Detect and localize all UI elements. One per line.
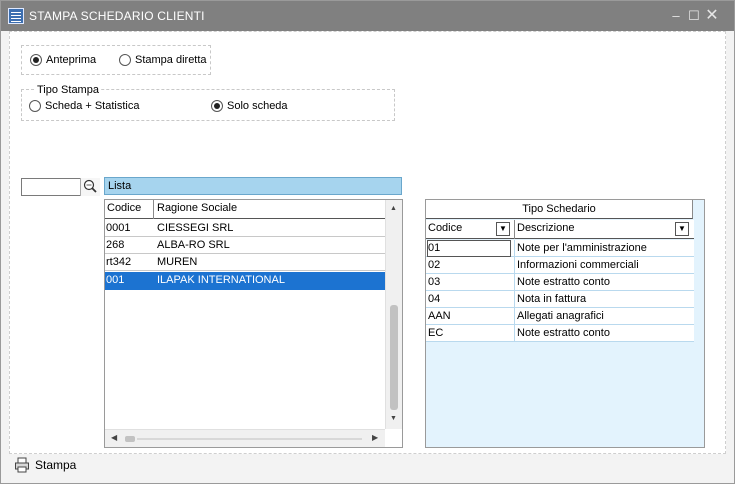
search-button[interactable] — [80, 178, 100, 196]
stampa-label: Stampa — [35, 458, 77, 472]
app-window: STAMPA SCHEDARIO CLIENTI – ☐ ✕ Anteprima… — [0, 0, 735, 484]
table-row[interactable]: 03 Note estratto conto — [426, 274, 694, 291]
cell-codice: 02 — [428, 259, 441, 271]
radio-solo-scheda-dot[interactable] — [211, 100, 223, 112]
cell-descrizione: Allegati anagrafici — [517, 310, 604, 322]
cell-codice: 268 — [106, 239, 125, 251]
column-header-descrizione[interactable]: Descrizione — [517, 220, 672, 237]
cell-codice: AAN — [428, 310, 451, 322]
lista-grid: Codice Ragione Sociale 0001 CIESSEGI SRL… — [104, 199, 403, 448]
window-title: STAMPA SCHEDARIO CLIENTI — [29, 9, 205, 23]
filter-dropdown-icon[interactable]: ▼ — [675, 222, 689, 236]
cell-codice: 001 — [106, 274, 125, 286]
search-icon — [83, 179, 97, 193]
app-icon — [8, 8, 24, 24]
cell-codice: 04 — [428, 293, 441, 305]
column-header-ragione-sociale[interactable]: Ragione Sociale — [157, 200, 367, 217]
cell-codice: rt342 — [106, 256, 132, 268]
cell-codice: 0001 — [106, 222, 131, 234]
lista-vertical-scrollbar[interactable]: ▲ ▼ — [385, 200, 402, 429]
radio-stampa-diretta[interactable]: Stampa diretta — [119, 54, 207, 66]
radio-solo-scheda[interactable]: Solo scheda — [211, 100, 288, 112]
radio-anteprima-label: Anteprima — [46, 54, 97, 66]
lista-horizontal-scroll-thumb[interactable] — [125, 436, 135, 442]
cell-codice[interactable]: 01 — [427, 240, 511, 257]
table-row[interactable]: AAN Allegati anagrafici — [426, 308, 694, 325]
lista-vertical-scroll-thumb[interactable] — [390, 305, 398, 410]
cell-codice: 03 — [428, 276, 441, 288]
radio-scheda-statistica-dot[interactable] — [29, 100, 41, 112]
status-bar: Stampa — [9, 455, 726, 482]
radio-stampa-diretta-label: Stampa diretta — [135, 54, 207, 66]
radio-anteprima-dot[interactable] — [30, 54, 42, 66]
table-row[interactable]: rt342 MUREN — [105, 254, 385, 271]
maximize-button[interactable]: ☐ — [685, 7, 703, 25]
scroll-up-icon[interactable]: ▲ — [390, 205, 397, 212]
radio-anteprima[interactable]: Anteprima — [30, 54, 96, 66]
table-row[interactable]: 04 Nota in fattura — [426, 291, 694, 308]
radio-solo-scheda-label: Solo scheda — [227, 100, 288, 112]
lista-horizontal-track — [137, 438, 362, 440]
scroll-left-icon[interactable]: ◀ — [111, 433, 117, 442]
table-row[interactable]: 268 ALBA-RO SRL — [105, 237, 385, 254]
tipo-schedario-header: Codice ▼ Descrizione ▼ — [426, 220, 694, 239]
title-bar: STAMPA SCHEDARIO CLIENTI – ☐ ✕ — [1, 1, 734, 31]
column-header-codice[interactable]: Codice — [107, 200, 153, 217]
cell-descrizione: Note estratto conto — [517, 327, 610, 339]
cell-descrizione: Note per l'amministrazione — [517, 242, 647, 254]
radio-scheda-statistica-label: Scheda + Statistica — [45, 100, 140, 112]
cell-descrizione: Informazioni commerciali — [517, 259, 639, 271]
table-row[interactable]: 01 Note per l'amministrazione — [426, 240, 694, 257]
tipo-schedario-caption: Tipo Schedario — [426, 200, 693, 219]
lista-horizontal-scrollbar[interactable]: ◀ ▶ — [105, 429, 385, 447]
tipo-stampa-legend: Tipo Stampa — [35, 84, 101, 96]
cell-codice: EC — [428, 327, 444, 339]
lista-header: Lista — [104, 177, 402, 195]
radio-stampa-diretta-dot[interactable] — [119, 54, 131, 66]
lista-grid-header: Codice Ragione Sociale — [105, 200, 385, 219]
cell-ragione-sociale: MUREN — [157, 256, 198, 268]
stampa-button[interactable]: Stampa — [14, 457, 76, 473]
scroll-right-icon[interactable]: ▶ — [372, 433, 378, 442]
scroll-down-icon[interactable]: ▼ — [390, 415, 397, 422]
cell-descrizione: Nota in fattura — [517, 293, 587, 305]
close-button[interactable]: ✕ — [703, 7, 721, 25]
cell-ragione-sociale: ALBA-RO SRL — [157, 239, 230, 251]
table-row[interactable]: 02 Informazioni commerciali — [426, 257, 694, 274]
cell-descrizione: Note estratto conto — [517, 276, 610, 288]
table-row[interactable]: EC Note estratto conto — [426, 325, 694, 342]
cell-ragione-sociale: ILAPAK INTERNATIONAL — [157, 274, 285, 286]
cell-ragione-sociale: CIESSEGI SRL — [157, 222, 234, 234]
radio-scheda-statistica[interactable]: Scheda + Statistica — [29, 100, 139, 112]
table-row-selected[interactable]: 001 ILAPAK INTERNATIONAL — [105, 272, 385, 290]
column-header-codice[interactable]: Codice — [428, 220, 498, 237]
printer-icon — [15, 457, 29, 473]
filter-dropdown-icon[interactable]: ▼ — [496, 222, 510, 236]
tipo-schedario-grid: Tipo Schedario Codice ▼ Descrizione ▼ 01… — [425, 199, 705, 448]
minimize-button[interactable]: – — [667, 7, 685, 25]
table-row[interactable]: 0001 CIESSEGI SRL — [105, 220, 385, 237]
